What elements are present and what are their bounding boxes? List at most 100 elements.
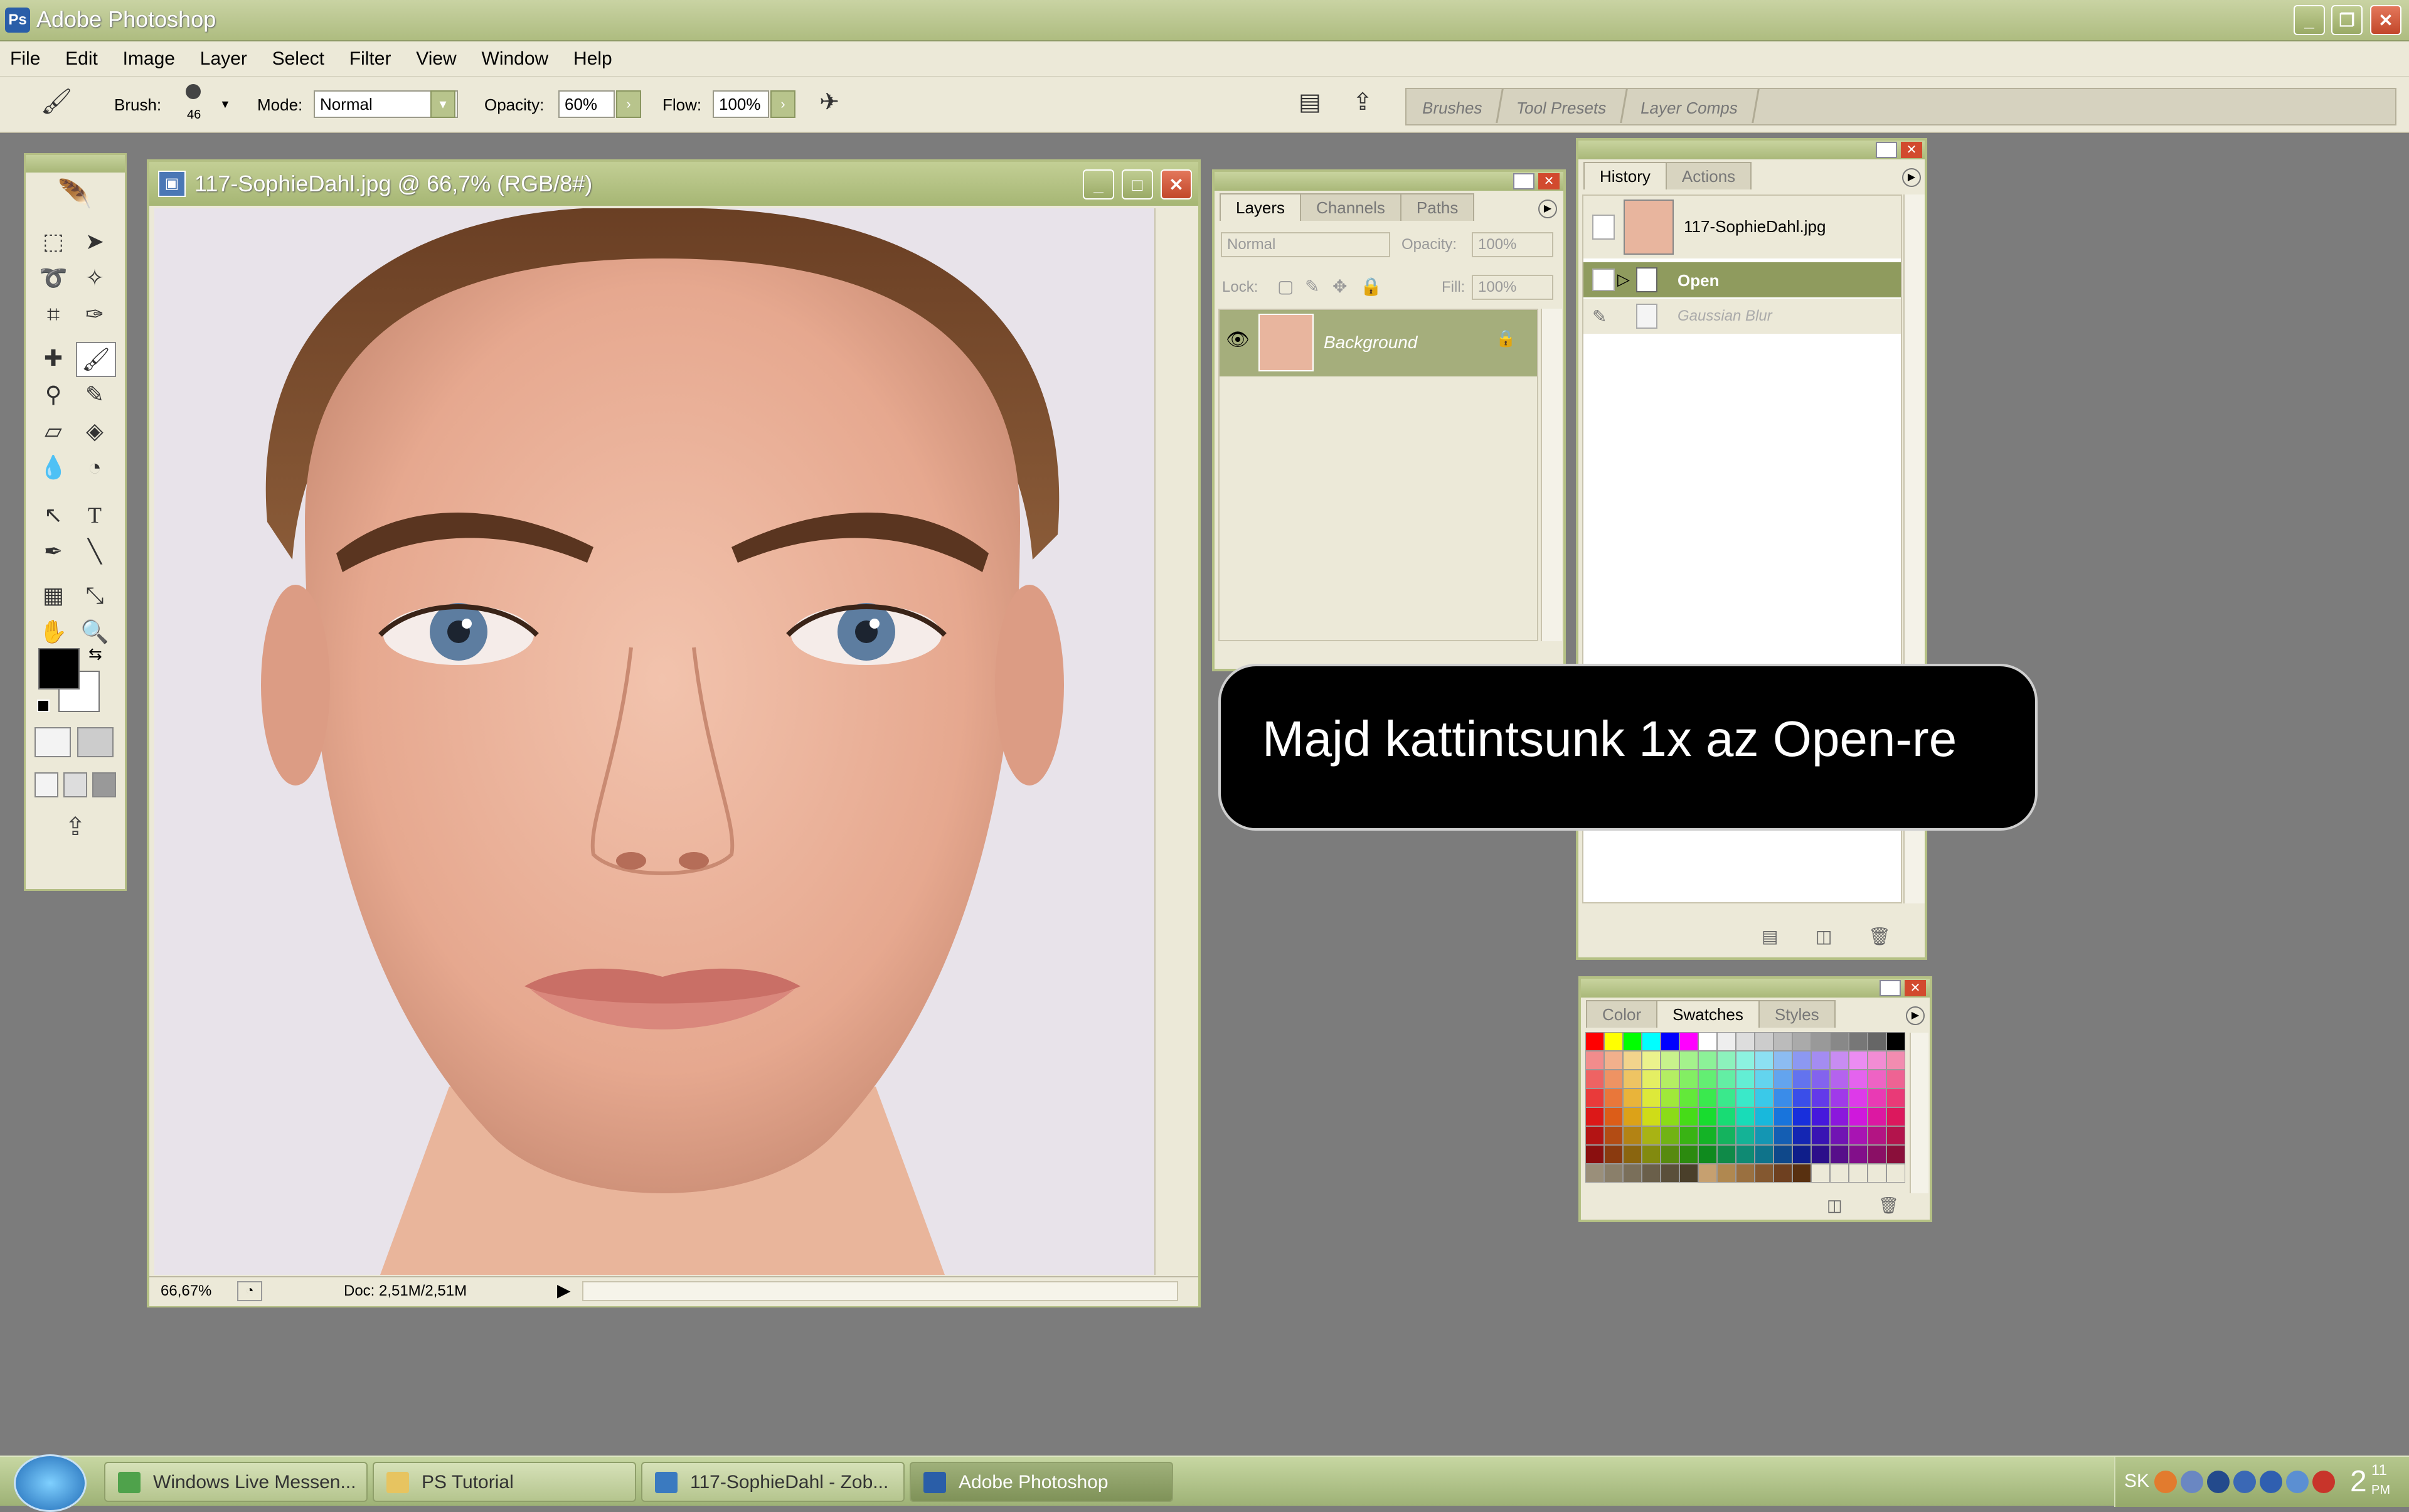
- history-panel-minimize-icon[interactable]: [1876, 142, 1897, 158]
- swatch-cell[interactable]: [1830, 1145, 1849, 1164]
- new-snapshot-icon[interactable]: ◫: [1816, 926, 1832, 947]
- menu-select[interactable]: Select: [262, 41, 334, 77]
- well-tab-layer-comps[interactable]: Layer Comps: [1622, 89, 1760, 123]
- swatch-cell[interactable]: [1811, 1032, 1830, 1051]
- screen-mode-full-menu-icon[interactable]: [63, 772, 87, 797]
- swatch-cell[interactable]: [1886, 1145, 1905, 1164]
- eyedropper-tool-icon[interactable]: ⤡: [76, 579, 114, 612]
- swatch-cell[interactable]: [1661, 1051, 1679, 1070]
- tab-swatches[interactable]: Swatches: [1656, 1000, 1760, 1028]
- swatch-cell[interactable]: [1604, 1032, 1623, 1051]
- swatch-cell[interactable]: [1774, 1164, 1792, 1183]
- tab-history[interactable]: History: [1583, 162, 1667, 189]
- swatch-cell[interactable]: [1604, 1070, 1623, 1089]
- tab-layers[interactable]: Layers: [1220, 193, 1302, 221]
- lock-position-icon[interactable]: ✥: [1332, 276, 1347, 297]
- swatch-cell[interactable]: [1755, 1145, 1774, 1164]
- swatch-cell[interactable]: [1830, 1164, 1849, 1183]
- new-swatch-icon[interactable]: ◫: [1827, 1196, 1843, 1215]
- flow-slider-arrow-icon[interactable]: ›: [770, 90, 795, 118]
- layers-opacity-field[interactable]: 100%: [1472, 232, 1553, 257]
- layer-row-background[interactable]: 👁 Background 🔒: [1220, 310, 1537, 376]
- move-tool-icon[interactable]: ➤: [76, 225, 114, 258]
- healing-brush-tool-icon[interactable]: ✚: [35, 342, 72, 375]
- swatch-cell[interactable]: [1642, 1126, 1661, 1145]
- lock-all-icon[interactable]: 🔒: [1360, 276, 1382, 297]
- screen-mode-standard-icon[interactable]: [35, 772, 58, 797]
- swatch-cell[interactable]: [1585, 1145, 1604, 1164]
- taskbar-item-photoshop[interactable]: Adobe Photoshop: [910, 1462, 1173, 1502]
- swatch-cell[interactable]: [1849, 1032, 1868, 1051]
- magic-wand-tool-icon[interactable]: ✧: [76, 262, 114, 294]
- swatches-scrollbar[interactable]: [1910, 1033, 1928, 1193]
- swatch-cell[interactable]: [1849, 1164, 1868, 1183]
- swatch-cell[interactable]: [1623, 1145, 1642, 1164]
- fill-field[interactable]: 100%: [1472, 275, 1553, 300]
- crop-tool-icon[interactable]: ⌗: [35, 298, 72, 331]
- swatch-cell[interactable]: [1849, 1089, 1868, 1107]
- swatch-cell[interactable]: [1679, 1051, 1698, 1070]
- swatch-cell[interactable]: [1755, 1164, 1774, 1183]
- menu-window[interactable]: Window: [472, 41, 559, 77]
- swatch-cell[interactable]: [1604, 1051, 1623, 1070]
- swatch-cell[interactable]: [1661, 1145, 1679, 1164]
- swatch-cell[interactable]: [1811, 1145, 1830, 1164]
- marquee-tool-icon[interactable]: ⬚: [35, 225, 72, 258]
- swatch-cell[interactable]: [1849, 1070, 1868, 1089]
- history-state-open[interactable]: ▷ Open: [1583, 262, 1901, 297]
- swatch-cell[interactable]: [1830, 1070, 1849, 1089]
- swatch-cell[interactable]: [1886, 1164, 1905, 1183]
- type-tool-icon[interactable]: T: [76, 499, 114, 531]
- eye-visibility-icon[interactable]: 👁: [1226, 329, 1250, 351]
- menu-help[interactable]: Help: [563, 41, 622, 77]
- swatch-cell[interactable]: [1755, 1126, 1774, 1145]
- hand-tool-icon[interactable]: ✋: [35, 615, 72, 648]
- swatch-cell[interactable]: [1585, 1126, 1604, 1145]
- swatch-cell[interactable]: [1661, 1089, 1679, 1107]
- status-menu-icon[interactable]: ◔: [237, 1281, 262, 1301]
- tab-paths[interactable]: Paths: [1400, 193, 1475, 221]
- swatch-grid[interactable]: [1585, 1032, 1906, 1193]
- vertical-scrollbar[interactable]: [1154, 208, 1171, 1275]
- brush-tool-preset-icon[interactable]: 🖌: [31, 87, 82, 122]
- swatch-cell[interactable]: [1868, 1107, 1886, 1126]
- swatch-cell[interactable]: [1792, 1070, 1811, 1089]
- opacity-field[interactable]: 60%: [558, 90, 615, 118]
- screen-mode-full-icon[interactable]: [92, 772, 116, 797]
- swatch-cell[interactable]: [1830, 1051, 1849, 1070]
- swatch-cell[interactable]: [1623, 1164, 1642, 1183]
- delete-state-icon[interactable]: 🗑: [1868, 926, 1891, 947]
- feather-logo-icon[interactable]: 🪶: [37, 178, 112, 215]
- swatch-cell[interactable]: [1811, 1107, 1830, 1126]
- swatch-cell[interactable]: [1585, 1089, 1604, 1107]
- file-browser-icon[interactable]: ▤: [1292, 88, 1327, 120]
- zoom-tool-icon[interactable]: 🔍: [76, 615, 114, 648]
- swatch-cell[interactable]: [1830, 1107, 1849, 1126]
- minimize-button[interactable]: _: [2294, 5, 2325, 35]
- tray-z-icon[interactable]: [2207, 1471, 2230, 1493]
- swatch-cell[interactable]: [1698, 1089, 1717, 1107]
- well-tab-brushes[interactable]: Brushes: [1403, 89, 1504, 123]
- swatch-cell[interactable]: [1698, 1051, 1717, 1070]
- swatch-cell[interactable]: [1698, 1126, 1717, 1145]
- swatch-cell[interactable]: [1717, 1032, 1736, 1051]
- swatch-cell[interactable]: [1774, 1126, 1792, 1145]
- taskbar-item-messenger[interactable]: Windows Live Messen...: [104, 1462, 368, 1502]
- swatch-cell[interactable]: [1642, 1164, 1661, 1183]
- swatch-cell[interactable]: [1736, 1164, 1755, 1183]
- swatch-cell[interactable]: [1774, 1145, 1792, 1164]
- swatch-cell[interactable]: [1698, 1164, 1717, 1183]
- airbrush-icon[interactable]: ✈: [811, 88, 848, 120]
- swatch-cell[interactable]: [1604, 1145, 1623, 1164]
- tab-channels[interactable]: Channels: [1300, 193, 1401, 221]
- swatch-cell[interactable]: [1830, 1126, 1849, 1145]
- swatch-cell[interactable]: [1811, 1089, 1830, 1107]
- start-button[interactable]: [14, 1454, 87, 1512]
- swatch-cell[interactable]: [1755, 1089, 1774, 1107]
- layers-panel-menu-icon[interactable]: ▶: [1538, 200, 1557, 218]
- swatch-cell[interactable]: [1792, 1089, 1811, 1107]
- swatch-cell[interactable]: [1736, 1032, 1755, 1051]
- swatch-cell[interactable]: [1623, 1089, 1642, 1107]
- swatch-cell[interactable]: [1698, 1032, 1717, 1051]
- swatch-cell[interactable]: [1792, 1126, 1811, 1145]
